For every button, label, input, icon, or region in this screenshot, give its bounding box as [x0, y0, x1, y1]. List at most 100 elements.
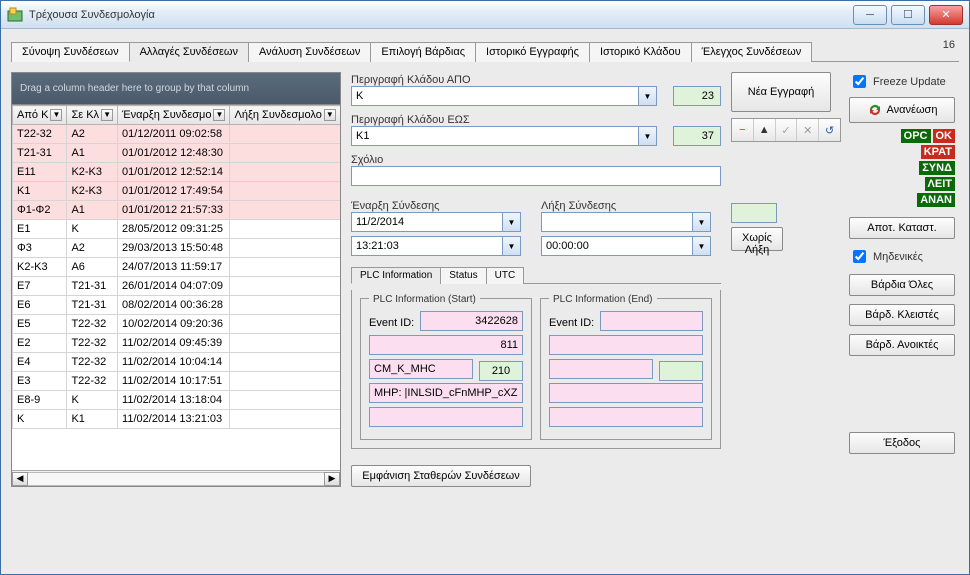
column-header[interactable]: Λήξη Συνδεσμολο▼ — [230, 106, 340, 125]
table-row[interactable]: E2T22-3211/02/2014 09:45:39 — [13, 334, 341, 353]
status-badge: OK — [933, 129, 956, 143]
data-grid[interactable]: Από Κ▼Σε Κλ▼Έναρξη Συνδεσμο▼Λήξη Συνδεσμ… — [11, 104, 341, 487]
from-branch-combo[interactable]: ▼ — [351, 86, 657, 106]
plc-start-fieldset: PLC Information (Start) Event ID: — [360, 298, 532, 440]
end-time-combo[interactable]: ▼ — [541, 236, 711, 256]
table-row[interactable]: Φ3A229/03/2013 15:50:48 — [13, 239, 341, 258]
nav-btn-2[interactable]: ✓ — [776, 119, 798, 141]
plc-end-val3-num — [659, 361, 703, 381]
status-result-button[interactable]: Αποτ. Καταστ. — [849, 217, 955, 239]
table-row[interactable]: E5T22-3210/02/2014 09:20:36 — [13, 315, 341, 334]
table-row[interactable]: E7T21-3126/01/2014 04:07:09 — [13, 277, 341, 296]
subtab-2[interactable]: UTC — [486, 267, 525, 284]
open-shifts-button[interactable]: Βάρδ. Ανοικτές — [849, 334, 955, 356]
close-button[interactable]: ✕ — [929, 5, 963, 25]
plc-end-event-id[interactable] — [600, 311, 703, 331]
status-badge: ΣΥΝΔ — [919, 161, 955, 175]
plc-start-val3[interactable] — [369, 359, 473, 379]
nav-btn-0[interactable]: − — [732, 119, 754, 141]
plc-end-val2[interactable] — [549, 335, 703, 355]
zeros-checkbox[interactable]: Μηδενικές — [849, 247, 955, 266]
plc-end-val3[interactable] — [549, 359, 653, 379]
table-row[interactable]: E4T22-3211/02/2014 10:04:14 — [13, 353, 341, 372]
column-header[interactable]: Έναρξη Συνδεσμο▼ — [118, 106, 230, 125]
plc-end-val4[interactable] — [549, 383, 703, 403]
column-header[interactable]: Σε Κλ▼ — [67, 106, 118, 125]
plc-end-val5[interactable] — [549, 407, 703, 427]
table-row[interactable]: K1K2-K301/01/2012 17:49:54 — [13, 182, 341, 201]
freeze-update-checkbox[interactable]: Freeze Update — [849, 72, 955, 91]
dropdown-icon[interactable]: ▼ — [503, 236, 521, 256]
exit-button[interactable]: Έξοδος — [849, 432, 955, 454]
plc-start-val4[interactable] — [369, 383, 523, 403]
table-row[interactable]: KK111/02/2014 13:21:03 — [13, 410, 341, 429]
event-id-label: Event ID: — [549, 317, 594, 329]
table-row[interactable]: T22-32A201/12/2011 09:02:58 — [13, 125, 341, 144]
refresh-icon — [867, 102, 883, 118]
plc-panel: PLC Information (Start) Event ID: PLC In… — [351, 290, 721, 449]
plc-start-event-id[interactable] — [420, 311, 523, 331]
all-shifts-button[interactable]: Βάρδια Όλες — [849, 274, 955, 296]
tab-0[interactable]: Σύνοψη Συνδέσεων — [11, 42, 130, 62]
scroll-track[interactable] — [28, 472, 324, 486]
end-date-combo[interactable]: ▼ — [541, 212, 711, 232]
record-count: 16 — [943, 39, 955, 51]
column-header[interactable]: Από Κ▼ — [13, 106, 67, 125]
to-branch-combo[interactable]: ▼ — [351, 126, 657, 146]
closed-shifts-button[interactable]: Βάρδ. Κλειστές — [849, 304, 955, 326]
group-by-hint[interactable]: Drag a column header here to group by th… — [11, 72, 341, 104]
dropdown-icon[interactable]: ▼ — [639, 126, 657, 146]
dropdown-icon[interactable]: ▼ — [693, 212, 711, 232]
table-row[interactable]: E6T21-3108/02/2014 00:36:28 — [13, 296, 341, 315]
tab-4[interactable]: Ιστορικό Εγγραφής — [475, 42, 590, 62]
from-branch-input[interactable] — [351, 86, 639, 106]
tab-6[interactable]: Έλεγχος Συνδέσεων — [691, 42, 813, 62]
table-row[interactable]: E8-9K11/02/2014 13:18:04 — [13, 391, 341, 410]
scroll-left-button[interactable]: ◀ — [12, 472, 28, 486]
window-title: Τρέχουσα Συνδεσμολογία — [29, 9, 853, 21]
plc-start-val2[interactable] — [369, 335, 523, 355]
plc-start-val5[interactable] — [369, 407, 523, 427]
from-branch-label: Περιγραφή Κλάδου ΑΠΟ — [351, 74, 721, 86]
dropdown-icon[interactable]: ▼ — [693, 236, 711, 256]
titlebar: Τρέχουσα Συνδεσμολογία ─ ☐ ✕ — [1, 1, 969, 29]
subtab-1[interactable]: Status — [440, 267, 486, 284]
new-entry-button[interactable]: Νέα Εγγραφή — [731, 72, 831, 112]
tab-5[interactable]: Ιστορικό Κλάδου — [589, 42, 692, 62]
table-row[interactable]: E3T22-3211/02/2014 10:17:51 — [13, 372, 341, 391]
minimize-button[interactable]: ─ — [853, 5, 887, 25]
end-connection-label: Λήξη Σύνδεσης — [541, 200, 711, 212]
table-row[interactable]: T21-31A101/01/2012 12:48:30 — [13, 144, 341, 163]
scroll-right-button[interactable]: ▶ — [324, 472, 340, 486]
from-branch-number — [673, 86, 721, 106]
refresh-button[interactable]: Ανανέωση — [849, 97, 955, 123]
start-time-combo[interactable]: ▼ — [351, 236, 521, 256]
record-nav: −▲✓✕↺ — [731, 118, 841, 142]
start-date-combo[interactable]: ▼ — [351, 212, 521, 232]
tab-1[interactable]: Αλλαγές Συνδέσεων — [129, 42, 249, 62]
start-connection-label: Έναρξη Σύνδεσης — [351, 200, 521, 212]
tab-3[interactable]: Επιλογή Βάρδιας — [370, 42, 476, 62]
show-static-connections-button[interactable]: Εμφάνιση Σταθερών Συνδέσεων — [351, 465, 531, 487]
tab-2[interactable]: Ανάλυση Συνδέσεων — [248, 42, 371, 62]
dropdown-icon[interactable]: ▼ — [639, 86, 657, 106]
to-branch-input[interactable] — [351, 126, 639, 146]
main-tabs: Σύνοψη ΣυνδέσεωνΑλλαγές ΣυνδέσεωνΑνάλυση… — [11, 41, 959, 62]
table-row[interactable]: E11K2-K301/01/2012 12:52:14 — [13, 163, 341, 182]
nav-btn-3[interactable]: ✕ — [797, 119, 819, 141]
status-badge: ΛΕΙΤ — [925, 177, 955, 191]
status-badge: ΑΝΑΝ — [917, 193, 955, 207]
app-icon — [7, 7, 23, 23]
horizontal-scrollbar[interactable]: ◀ ▶ — [12, 470, 340, 486]
dropdown-icon[interactable]: ▼ — [503, 212, 521, 232]
nav-btn-4[interactable]: ↺ — [819, 119, 840, 141]
table-row[interactable]: E1K28/05/2012 09:31:25 — [13, 220, 341, 239]
maximize-button[interactable]: ☐ — [891, 5, 925, 25]
table-row[interactable]: K2-K3A624/07/2013 11:59:17 — [13, 258, 341, 277]
nav-btn-1[interactable]: ▲ — [754, 119, 776, 141]
subtab-0[interactable]: PLC Information — [351, 267, 441, 284]
comment-input[interactable] — [351, 166, 721, 186]
table-row[interactable]: Φ1-Φ2A101/01/2012 21:57:33 — [13, 201, 341, 220]
status-badges: OPCOKKPATΣΥΝΔΛΕΙΤΑΝΑΝ — [849, 129, 955, 207]
status-badge: KPAT — [921, 145, 955, 159]
